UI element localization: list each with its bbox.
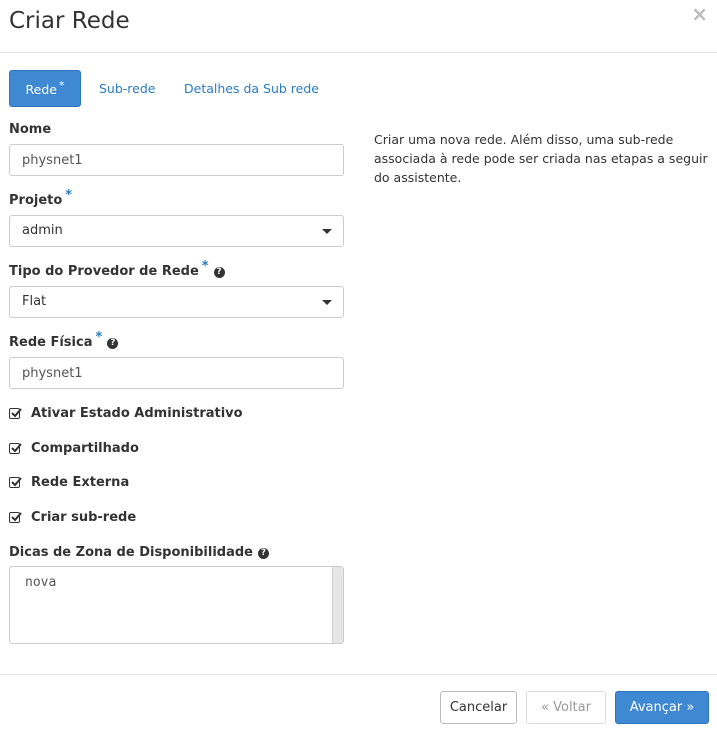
help-circle-icon[interactable]: ? xyxy=(213,267,225,278)
nome-label: Nome xyxy=(9,122,52,137)
dicas-zona-label: Dicas de Zona de Disponibilidade? xyxy=(9,545,270,560)
chevron-down-icon xyxy=(322,229,332,234)
dicas-zona-option[interactable]: nova xyxy=(25,575,56,590)
help-circle-icon[interactable]: ? xyxy=(107,338,119,349)
tab-label: Rede xyxy=(25,82,57,97)
nome-field[interactable] xyxy=(9,144,344,176)
tipo-provedor-label: Tipo do Provedor de Rede *? xyxy=(9,259,225,279)
nome-input[interactable] xyxy=(10,145,343,175)
checkbox-label: Compartilhado xyxy=(31,441,139,456)
checkbox-checked-icon[interactable] xyxy=(9,443,22,454)
checkbox-checked-icon[interactable] xyxy=(9,477,22,488)
rede-fisica-input[interactable] xyxy=(10,358,343,388)
rede-fisica-label: Rede Física *? xyxy=(9,330,119,350)
required-mark: * xyxy=(65,188,73,203)
projeto-label: Projeto * xyxy=(9,188,73,208)
projeto-select[interactable]: admin xyxy=(9,215,344,247)
modal-footer: Cancelar « Voltar Avançar » xyxy=(0,674,717,730)
tab-detalhes-sub-rede[interactable]: Detalhes da Sub rede xyxy=(184,70,319,107)
tab-sub-rede[interactable]: Sub-rede xyxy=(99,70,155,107)
checkbox-label: Rede Externa xyxy=(31,475,130,490)
required-mark: * xyxy=(58,79,65,92)
chevron-down-icon xyxy=(322,300,332,305)
projeto-selected-value: admin xyxy=(22,223,63,238)
tab-label: Sub-rede xyxy=(99,81,156,96)
next-button[interactable]: Avançar » xyxy=(615,691,709,724)
create-network-modal: Criar Rede × Rede * Sub-rede Detalhes da … xyxy=(0,0,717,730)
back-button[interactable]: « Voltar xyxy=(526,691,606,724)
checkbox-label: Criar sub-rede xyxy=(31,510,137,525)
rede-fisica-field[interactable] xyxy=(9,357,344,389)
checkbox-checked-icon[interactable] xyxy=(9,408,22,419)
modal-title: Criar Rede xyxy=(9,8,130,34)
checkbox-label: Ativar Estado Administrativo xyxy=(31,406,243,421)
required-mark: * xyxy=(95,330,103,345)
close-icon[interactable]: × xyxy=(691,3,708,25)
required-mark: * xyxy=(201,259,209,274)
help-circle-icon[interactable]: ? xyxy=(258,548,270,559)
step-description: Criar uma nova rede. Além disso, uma sub… xyxy=(374,132,708,185)
tipo-provedor-selected-value: Flat xyxy=(22,294,47,309)
tab-label: Detalhes da Sub rede xyxy=(184,81,319,96)
cancel-button[interactable]: Cancelar xyxy=(440,691,517,724)
dicas-zona-listbox[interactable]: nova xyxy=(9,566,344,644)
checkbox-checked-icon[interactable] xyxy=(9,512,22,523)
tab-rede[interactable]: Rede * xyxy=(9,70,81,107)
scrollbar[interactable] xyxy=(332,567,343,643)
tipo-provedor-select[interactable]: Flat xyxy=(9,286,344,318)
modal-header: Criar Rede × xyxy=(0,0,717,53)
